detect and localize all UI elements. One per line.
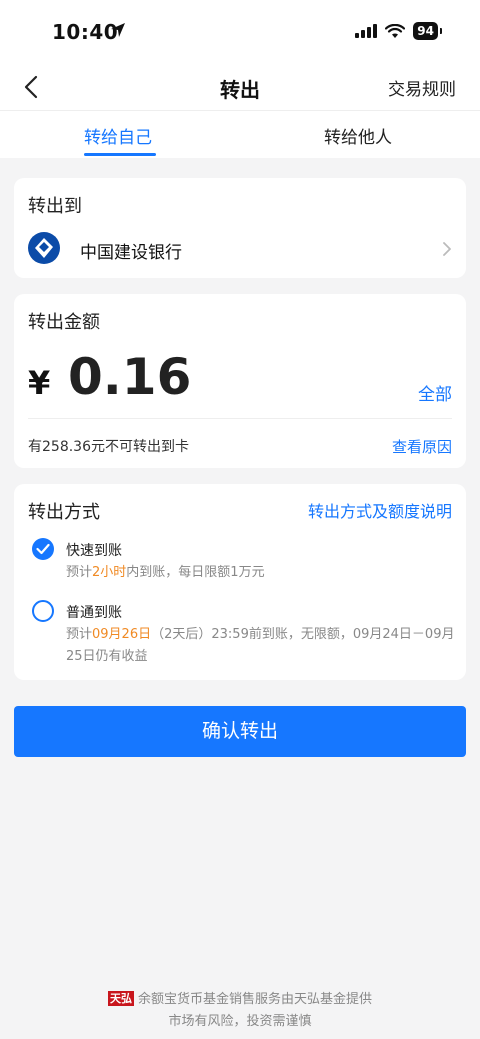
footer-line1: 余额宝货币基金销售服务由天弘基金提供 <box>137 992 372 1007</box>
transfer-all-button[interactable]: 全部 <box>418 380 452 405</box>
fast-arrival-radio[interactable] <box>32 538 54 560</box>
method-help-link[interactable]: 转出方式及额度说明 <box>308 498 452 522</box>
tianhong-logo-icon: 天弘 <box>107 991 134 1006</box>
tab-transfer-self[interactable]: 转给自己 <box>84 123 152 148</box>
desc-suffix: 内到账，每日限额1万元 <box>126 565 265 580</box>
amount-card: 转出金额 ¥ 0.16 全部 有258.36元不可转出到卡 查看原因 <box>14 294 466 468</box>
nav-bar: 转出 交易规则 <box>0 66 480 110</box>
divider <box>28 418 452 419</box>
normal-arrival-desc: 预计09月26日（2天后）23:59前到账，无限额，09月24日－09月25日仍… <box>66 624 456 668</box>
fast-arrival-label[interactable]: 快速到账 <box>66 540 122 560</box>
battery-indicator: 94 <box>413 22 442 40</box>
chevron-right-icon[interactable] <box>440 240 454 258</box>
amount-title: 转出金额 <box>28 312 100 333</box>
confirm-transfer-button[interactable]: 确认转出 <box>14 706 466 757</box>
destination-card: 转出到 中国建设银行 <box>14 178 466 278</box>
footer-disclaimer: 天弘 余额宝货币基金销售服务由天弘基金提供 <box>0 988 480 1007</box>
status-time: 10:40 <box>52 20 119 44</box>
desc-prefix: 预计 <box>66 627 93 642</box>
trade-rules-link[interactable]: 交易规则 <box>388 75 456 100</box>
active-tab-indicator <box>84 153 156 156</box>
fast-arrival-desc: 预计2小时内到账，每日限额1万元 <box>66 562 265 584</box>
tab-bar: 转给自己 转给他人 <box>0 110 480 158</box>
status-indicators: 94 <box>355 22 442 40</box>
checkmark-icon <box>36 543 50 555</box>
desc-highlight: 2小时 <box>92 565 127 580</box>
status-bar: 10:40 94 <box>0 0 480 66</box>
method-title: 转出方式 <box>28 502 100 523</box>
ccb-bank-logo-icon <box>28 232 60 264</box>
location-arrow-icon <box>111 23 125 37</box>
view-reason-link[interactable]: 查看原因 <box>392 436 452 457</box>
transfer-method-card: 转出方式 转出方式及额度说明 快速到账 预计2小时内到账，每日限额1万元 普通到… <box>14 484 466 680</box>
desc-highlight: 09月26日 <box>92 627 152 642</box>
tab-transfer-others[interactable]: 转给他人 <box>324 123 392 148</box>
non-transferable-note: 有258.36元不可转出到卡 <box>28 439 189 455</box>
desc-prefix: 预计 <box>66 565 93 580</box>
destination-title: 转出到 <box>28 196 82 217</box>
wifi-icon <box>385 23 406 38</box>
normal-arrival-label[interactable]: 普通到账 <box>66 602 122 622</box>
footer-risk-warning: 市场有风险，投资需谨慎 <box>168 1014 312 1029</box>
amount-input[interactable]: 0.16 <box>68 348 191 406</box>
normal-arrival-radio[interactable] <box>32 600 54 622</box>
currency-symbol: ¥ <box>28 364 51 402</box>
cellular-signal-icon <box>355 24 378 38</box>
bank-name: 中国建设银行 <box>80 243 182 263</box>
